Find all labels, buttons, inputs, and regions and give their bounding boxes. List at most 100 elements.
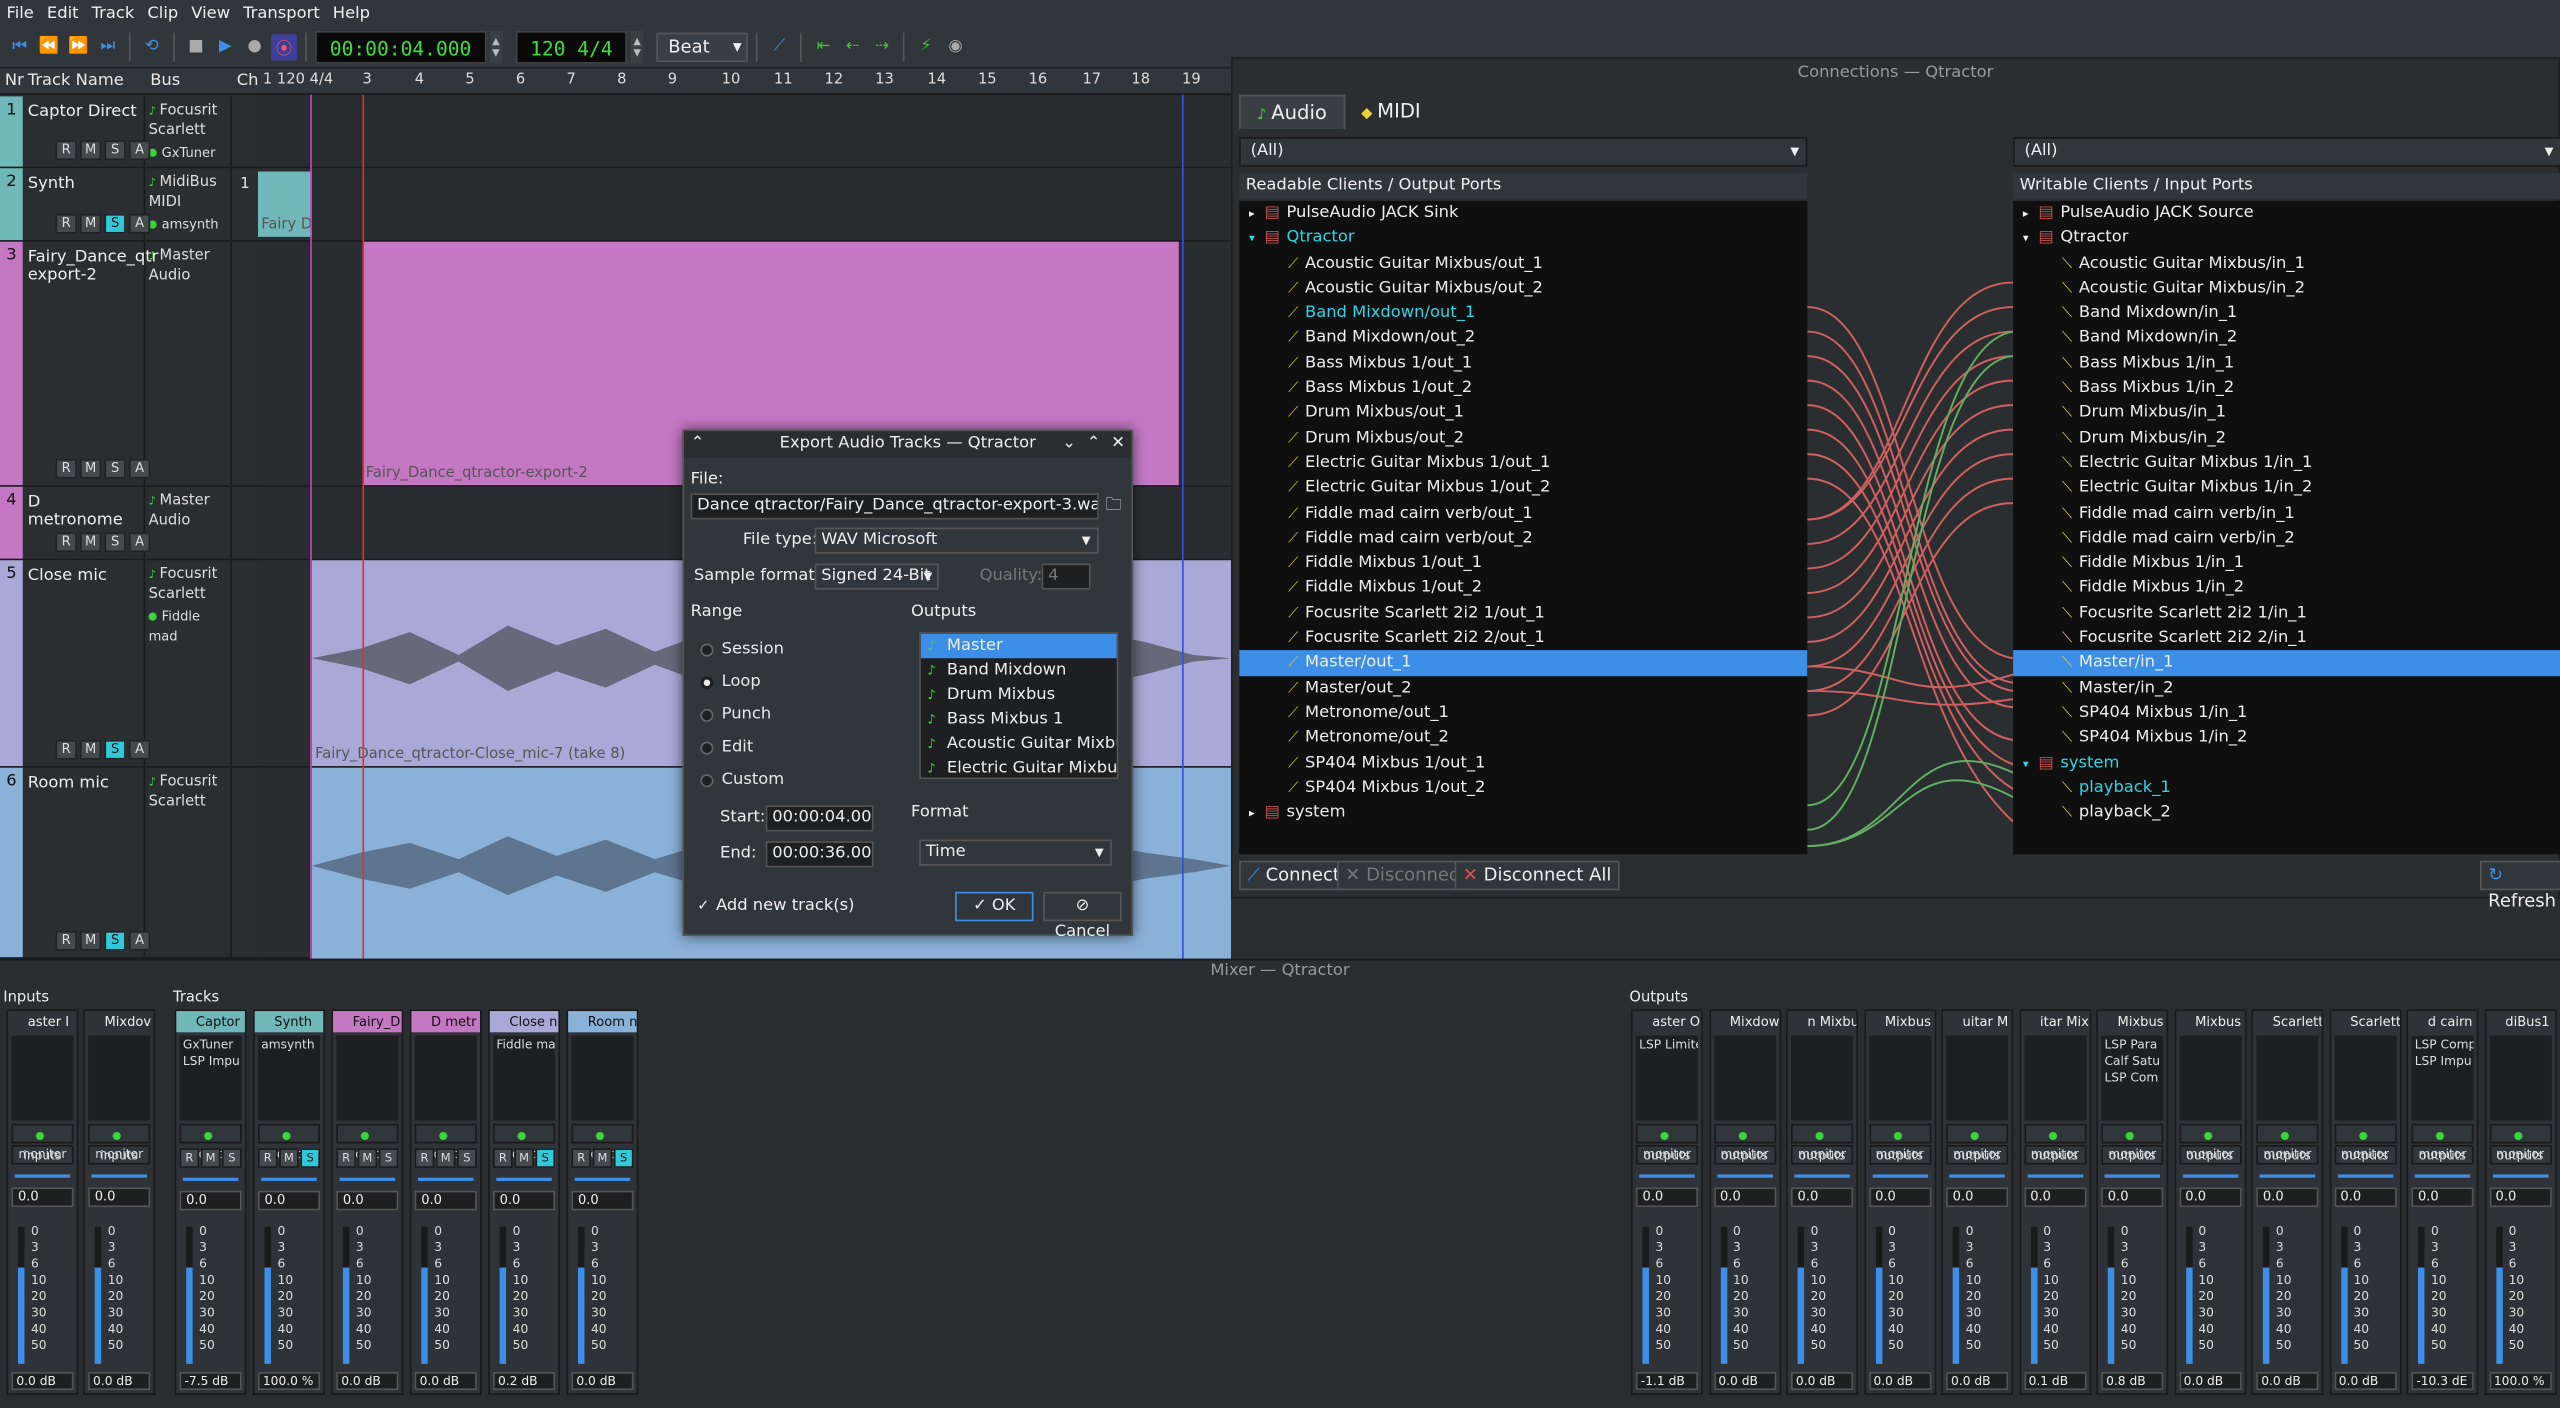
output-item[interactable]: ♪ Electric Guitar Mixbu — [921, 756, 1116, 778]
metronome-icon[interactable]: ◉ — [942, 33, 968, 59]
pan-slider[interactable] — [2414, 1174, 2471, 1178]
strip-m-button[interactable]: M — [435, 1148, 456, 1168]
punch-icon[interactable]: ⦿ — [271, 33, 298, 60]
monitor-button[interactable]: monitor — [2488, 1123, 2552, 1161]
monitor-button[interactable]: monitor — [1791, 1123, 1854, 1161]
track-r-button[interactable]: R — [55, 213, 77, 234]
strip-m-button[interactable]: M — [514, 1148, 534, 1168]
forward-icon[interactable]: ⏩ — [65, 33, 91, 59]
strip-r-button[interactable]: R — [336, 1148, 356, 1168]
monitor-button[interactable]: monitor — [2101, 1123, 2164, 1161]
tab-midi[interactable]: ◆ MIDI — [1345, 95, 1437, 129]
track-row[interactable]: 6 Room mic R M S A ♪ Focusrit Scarlett — [0, 767, 258, 959]
strip-r-button[interactable]: R — [179, 1148, 200, 1168]
strip-name[interactable]: D metr — [411, 1011, 480, 1033]
track-r-button[interactable]: R — [55, 458, 77, 479]
port-item[interactable]: ⟍ Focusrite Scarlett 2i2 2/in_1 — [2013, 626, 2560, 651]
io-button[interactable]: outputs — [2256, 1145, 2319, 1165]
port-item[interactable]: ⟍ Fiddle Mixbus 1/in_2 — [2013, 576, 2560, 601]
db-field[interactable]: -7.5 dB — [179, 1372, 242, 1391]
filter-right-select[interactable]: (All) ▼ — [2013, 137, 2560, 167]
port-item[interactable]: ⟍ Acoustic Guitar Mixbus/in_1 — [2013, 251, 2560, 276]
strip-name[interactable]: n Mixbu — [1787, 1011, 1857, 1033]
strip-r-button[interactable]: R — [571, 1148, 592, 1168]
expand-chevron-icon[interactable]: ▸ — [1249, 807, 1255, 820]
track-r-button[interactable]: R — [55, 739, 77, 760]
gain-field[interactable]: 0.0 — [257, 1190, 320, 1211]
monitor-button[interactable]: monitor — [179, 1123, 242, 1161]
port-item[interactable]: ⟋ SP404 Mixbus 1/out_2 — [1239, 776, 1807, 801]
rewind-start-icon[interactable]: ⏮ — [7, 33, 33, 59]
gain-field[interactable]: 0.0 — [2488, 1187, 2552, 1208]
strip-plugins[interactable] — [1946, 1035, 2009, 1121]
strip-name[interactable]: Mixbus — [2175, 1011, 2245, 1033]
pan-slider[interactable] — [1794, 1174, 1850, 1178]
port-item[interactable]: ⟋ SP404 Mixbus 1/out_1 — [1239, 751, 1807, 776]
db-field[interactable]: 0.0 dB — [2333, 1372, 2396, 1391]
monitor-button[interactable]: monitor — [493, 1123, 556, 1161]
stop-icon[interactable]: ■ — [183, 33, 209, 59]
monitor-button[interactable]: monitor — [1868, 1123, 1931, 1161]
monitor-button[interactable]: monitor — [1635, 1123, 1698, 1161]
minimize-icon[interactable]: ⌄ — [1062, 431, 1076, 457]
pan-slider[interactable] — [2337, 1174, 2393, 1178]
io-button[interactable]: outputs — [2178, 1145, 2241, 1165]
pan-slider[interactable] — [496, 1177, 552, 1181]
strip-plugins[interactable] — [571, 1035, 634, 1121]
end-field[interactable]: 00:00:36.000 — [765, 841, 874, 868]
next-marker-icon[interactable]: ⇢ — [869, 33, 895, 59]
strip-name[interactable]: d cairn — [2408, 1011, 2477, 1033]
track-row[interactable]: 2 Synth R M S A ♪ MidiBus MIDI amsynth 1 — [0, 168, 258, 242]
gain-field[interactable]: 0.0 — [2411, 1187, 2474, 1208]
strip-r-button[interactable]: R — [414, 1148, 435, 1168]
port-item[interactable]: ⟍ Acoustic Guitar Mixbus/in_2 — [2013, 276, 2560, 301]
strip-name[interactable]: Room n — [568, 1011, 637, 1033]
db-field[interactable]: 0.0 dB — [1946, 1372, 2009, 1391]
range-punch-radio[interactable]: Punch — [700, 706, 771, 724]
port-item[interactable]: ⟋ Electric Guitar Mixbus 1/out_1 — [1239, 451, 1807, 476]
strip-r-button[interactable]: R — [257, 1148, 278, 1168]
monitor-button[interactable]: monitor — [2333, 1123, 2396, 1161]
track-row[interactable]: 1 Captor Direct R M S A ♪ Focusrit Scarlett GxT… — [0, 96, 258, 169]
gain-field[interactable]: 0.0 — [2333, 1187, 2396, 1208]
db-field[interactable]: 0.8 dB — [2101, 1372, 2164, 1391]
menu-transport[interactable]: Transport — [237, 4, 327, 22]
output-item[interactable]: ♪ Drum Mixbus — [921, 683, 1117, 708]
port-item[interactable]: ⟍ SP404 Mixbus 1/in_2 — [2013, 726, 2560, 751]
gain-field[interactable]: 0.0 — [414, 1190, 477, 1211]
track-m-button[interactable]: M — [79, 140, 102, 161]
gain-field[interactable]: 0.0 — [1946, 1187, 2009, 1208]
port-item[interactable]: ⟍ Focusrite Scarlett 2i2 1/in_1 — [2013, 601, 2560, 626]
monitor-button[interactable]: monitor — [414, 1123, 477, 1161]
db-field[interactable]: 0.0 dB — [2178, 1372, 2241, 1391]
track-s-button[interactable]: S — [104, 532, 126, 553]
gain-field[interactable]: 0.0 — [2101, 1187, 2164, 1208]
gain-field[interactable]: 0.0 — [2178, 1187, 2241, 1208]
port-item[interactable]: ⟋ Master/out_1 — [1239, 650, 1808, 676]
connect-button[interactable]: ⟋ Connect — [1239, 860, 1349, 891]
db-field[interactable]: 0.0 dB — [2256, 1372, 2319, 1391]
strip-plugins[interactable] — [2023, 1035, 2086, 1121]
strip-plugins[interactable] — [2178, 1035, 2241, 1121]
track-m-button[interactable]: M — [79, 532, 102, 553]
dialog-menu-icon[interactable]: ⌃ — [691, 431, 705, 457]
menu-view[interactable]: View — [185, 4, 237, 22]
strip-name[interactable]: itar Mix — [2020, 1011, 2089, 1033]
refresh-button[interactable]: ↻ Refresh — [2479, 860, 2560, 911]
io-button[interactable]: outputs — [1713, 1145, 1776, 1165]
strip-name[interactable]: Scarlett — [2253, 1011, 2322, 1033]
port-item[interactable]: ▸ ▤ system — [1239, 801, 1807, 826]
strip-name[interactable]: Mixbus — [2097, 1011, 2167, 1033]
strip-plugins[interactable]: Fiddle ma — [493, 1035, 556, 1121]
time-display[interactable]: 00:00:04.000 — [315, 30, 487, 63]
strip-s-button[interactable]: S — [535, 1148, 556, 1168]
strip-name[interactable]: Fairy_D — [333, 1011, 402, 1033]
io-button[interactable]: outputs — [1635, 1145, 1698, 1165]
range-edit-radio[interactable]: Edit — [700, 738, 753, 756]
monitor-button[interactable]: monitor — [88, 1123, 151, 1161]
port-item[interactable]: ⟍ Electric Guitar Mixbus 1/in_2 — [2013, 476, 2560, 501]
db-field[interactable]: 0.1 dB — [2023, 1372, 2086, 1391]
port-item[interactable]: ⟍ Band Mixdown/in_2 — [2013, 326, 2560, 351]
db-field[interactable]: 100.0 % — [257, 1372, 320, 1391]
port-item[interactable]: ⟋ Electric Guitar Mixbus 1/out_2 — [1239, 476, 1807, 501]
